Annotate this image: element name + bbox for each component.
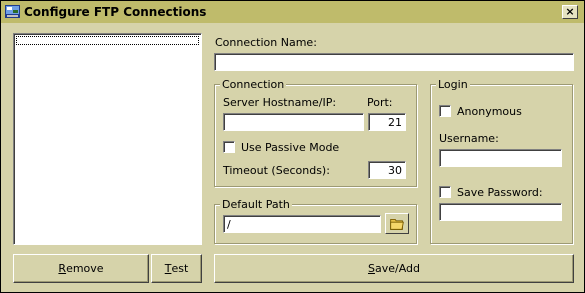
list-focus-item[interactable]: [16, 36, 199, 45]
hostname-field[interactable]: [223, 113, 364, 131]
hostname-label: Server Hostname/IP:: [223, 96, 337, 109]
username-field[interactable]: [439, 149, 562, 167]
ftp-app-icon: [5, 5, 20, 18]
default-path-group-label: Default Path: [220, 198, 292, 211]
default-path-field[interactable]: /: [223, 215, 381, 233]
folder-icon: [390, 218, 404, 230]
timeout-value: 30: [388, 164, 402, 177]
close-button[interactable]: ×: [562, 5, 578, 19]
timeout-field[interactable]: 30: [368, 161, 406, 179]
test-button[interactable]: Test: [151, 254, 202, 283]
test-button-label: Test: [164, 262, 189, 275]
port-label: Port:: [367, 96, 393, 109]
connection-name-field[interactable]: [214, 53, 574, 71]
remove-button-label: Remove: [58, 262, 104, 275]
save-add-button[interactable]: Save/Add: [214, 254, 574, 283]
port-value: 21: [388, 116, 402, 129]
browse-folder-button[interactable]: [385, 213, 409, 234]
window-title: Configure FTP Connections: [24, 5, 207, 19]
timeout-label: Timeout (Seconds):: [223, 164, 330, 177]
connection-name-label: Connection Name:: [215, 36, 317, 49]
password-field[interactable]: [439, 203, 562, 221]
title-bar[interactable]: Configure FTP Connections ×: [1, 1, 584, 23]
login-group-label: Login: [436, 78, 470, 91]
configure-ftp-window: Configure FTP Connections × Connection N…: [0, 0, 585, 293]
anonymous-checkbox[interactable]: [439, 105, 451, 117]
username-label: Username:: [439, 132, 499, 145]
connections-list[interactable]: [13, 33, 202, 245]
passive-mode-label[interactable]: Use Passive Mode: [241, 141, 339, 154]
save-password-checkbox[interactable]: [439, 186, 451, 198]
save-password-label[interactable]: Save Password:: [457, 186, 543, 199]
connection-group-label: Connection: [220, 78, 287, 91]
passive-mode-checkbox[interactable]: [223, 141, 235, 153]
save-add-button-label: Save/Add: [367, 262, 420, 275]
default-path-value: /: [227, 218, 231, 231]
anonymous-label[interactable]: Anonymous: [457, 105, 522, 118]
port-field[interactable]: 21: [368, 113, 406, 131]
close-icon: ×: [565, 5, 575, 18]
remove-button[interactable]: Remove: [13, 254, 149, 283]
